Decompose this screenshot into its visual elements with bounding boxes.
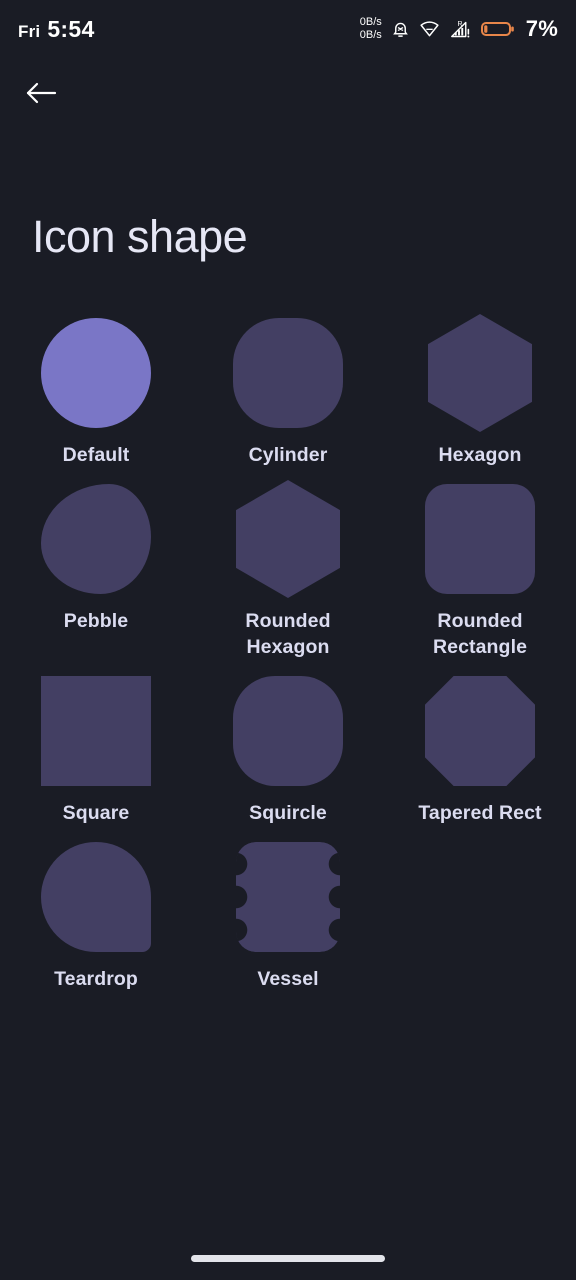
vessel-shape-icon	[236, 842, 340, 952]
shape-preview	[233, 842, 343, 952]
network-speed-up: 0B/s	[359, 16, 382, 28]
shape-option-square[interactable]: Square	[0, 676, 192, 826]
shape-option-rounded-hexagon[interactable]: Rounded Hexagon	[192, 480, 384, 660]
teardrop-shape-icon	[41, 842, 151, 952]
shape-option-cylinder[interactable]: Cylinder	[192, 318, 384, 468]
shape-option-default[interactable]: Default	[0, 318, 192, 468]
shape-option-label: Default	[62, 444, 130, 466]
signal-roaming-icon: R	[449, 19, 472, 40]
shape-option-hexagon[interactable]: Hexagon	[384, 314, 576, 468]
shape-option-pebble[interactable]: Pebble	[0, 484, 192, 660]
shape-option-label: Pebble	[63, 610, 129, 632]
status-bar-clock: Fri 5:54	[18, 16, 95, 43]
squircle-shape-icon	[233, 676, 343, 786]
shape-preview	[425, 676, 535, 786]
shape-preview	[41, 676, 151, 786]
battery-icon	[480, 20, 515, 38]
status-bar-time: 5:54	[47, 15, 95, 42]
shape-preview	[233, 676, 343, 786]
shape-preview	[41, 484, 151, 594]
shape-preview	[233, 480, 343, 598]
wifi-icon	[419, 19, 440, 39]
back-button[interactable]	[18, 72, 64, 118]
shape-preview	[41, 318, 151, 428]
shape-option-vessel[interactable]: Vessel	[192, 842, 384, 992]
shape-option-squircle[interactable]: Squircle	[192, 676, 384, 826]
pebble-shape-icon	[41, 484, 151, 594]
shape-preview	[233, 318, 343, 428]
rounded-rectangle-shape-icon	[425, 484, 535, 594]
shape-option-label: Square	[62, 802, 130, 824]
shape-preview	[425, 484, 535, 594]
shape-option-label: Tapered Rect	[418, 802, 542, 824]
shape-option-label: Rounded Hexagon	[245, 610, 331, 658]
shape-option-teardrop[interactable]: Teardrop	[0, 842, 192, 992]
icon-shape-grid: Default Cylinder Hexagon Pebble Rounded …	[0, 314, 576, 992]
network-speed-indicator: 0B/s 0B/s	[360, 16, 382, 42]
tapered-rect-shape-icon	[425, 676, 535, 786]
shape-option-label: Squircle	[249, 802, 327, 824]
status-bar: Fri 5:54 0B/s 0B/s R 7%	[0, 0, 576, 58]
shape-option-tapered-rect[interactable]: Tapered Rect	[384, 676, 576, 826]
rounded-hexagon-shape-icon	[236, 480, 340, 598]
shape-option-rounded-rectangle[interactable]: Rounded Rectangle	[384, 484, 576, 660]
status-bar-icons: 0B/s 0B/s R 7%	[360, 16, 558, 42]
circle-shape-icon	[41, 318, 151, 428]
shape-option-label: Hexagon	[438, 444, 522, 466]
cylinder-shape-icon	[233, 318, 343, 428]
shape-option-label: Teardrop	[54, 968, 138, 990]
shape-preview	[425, 314, 535, 432]
home-gesture-pill[interactable]	[191, 1255, 385, 1262]
shape-option-label: Rounded Rectangle	[432, 610, 528, 658]
battery-percentage: 7%	[525, 16, 558, 41]
page-title: Icon shape	[32, 211, 248, 262]
network-speed-down: 0B/s	[359, 29, 382, 41]
square-shape-icon	[41, 676, 151, 786]
alarm-off-icon	[391, 19, 410, 39]
arrow-left-icon	[23, 78, 59, 113]
shape-preview	[41, 842, 151, 952]
shape-option-label: Vessel	[257, 968, 319, 990]
shape-option-label: Cylinder	[248, 444, 328, 466]
status-bar-day: Fri	[18, 21, 41, 41]
hexagon-shape-icon	[428, 314, 532, 432]
